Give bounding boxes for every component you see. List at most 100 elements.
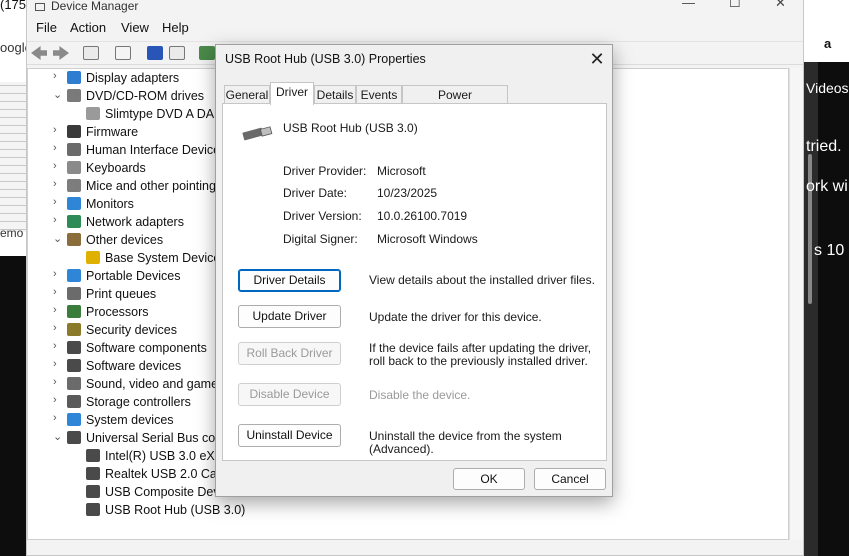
expand-chevron-icon[interactable]: › <box>53 142 65 154</box>
collapse-chevron-icon[interactable]: ⌄ <box>53 88 65 101</box>
expand-chevron-icon[interactable]: › <box>53 376 65 388</box>
expand-chevron-icon[interactable]: › <box>53 124 65 136</box>
expand-chevron-icon[interactable]: › <box>53 268 65 280</box>
device-category-icon <box>67 161 81 174</box>
background-text: emo <box>0 226 24 240</box>
background-browser-right: a Videos tried. ork wi s 10 p. <box>804 0 849 556</box>
device-category-icon <box>67 125 81 138</box>
tree-item-label: Portable Devices <box>86 269 181 283</box>
roll-back-driver-button[interactable]: Roll Back Driver <box>238 342 341 365</box>
details-icon[interactable] <box>115 46 131 60</box>
tree-item-label: System devices <box>86 413 174 427</box>
scan-hardware-icon[interactable] <box>199 46 215 60</box>
expand-chevron-icon[interactable]: › <box>53 70 65 82</box>
menu-file[interactable]: File <box>36 20 57 35</box>
tab-power-management[interactable]: Power Management <box>402 85 508 116</box>
tree-item-label: Mice and other pointing <box>86 179 216 193</box>
tree-item-label: Storage controllers <box>86 395 191 409</box>
device-category-icon <box>67 179 81 192</box>
collapse-chevron-icon[interactable]: ⌄ <box>53 232 65 245</box>
device-category-icon <box>67 377 81 390</box>
device-manager-icon <box>35 2 45 11</box>
update-driver-button[interactable]: Update Driver <box>238 305 341 328</box>
tree-item-label: Realtek USB 2.0 Card <box>105 467 228 481</box>
cancel-button[interactable]: Cancel <box>534 468 606 490</box>
tree-item-label: Firmware <box>86 125 139 139</box>
menu-action[interactable]: Action <box>70 20 106 35</box>
disable-device-button[interactable]: Disable Device <box>238 383 341 406</box>
collapse-chevron-icon[interactable]: ⌄ <box>53 430 65 443</box>
tree-item-label: Human Interface Device <box>86 143 221 157</box>
expand-chevron-icon[interactable]: › <box>53 340 65 352</box>
tree-item-label: Intel(R) USB 3.0 eXte <box>105 449 226 463</box>
menu-help[interactable]: Help <box>162 20 189 35</box>
tree-scrollbar[interactable] <box>789 68 803 540</box>
tab-general[interactable]: General <box>224 85 270 104</box>
driver-details-description: View details about the installed driver … <box>369 273 595 287</box>
view-icon[interactable] <box>169 46 185 60</box>
background-text: s 10 p. <box>814 242 849 259</box>
dialog-title: USB Root Hub (USB 3.0) Properties <box>225 52 426 66</box>
expand-chevron-icon[interactable]: › <box>53 160 65 172</box>
tab-driver[interactable]: Driver <box>270 82 314 105</box>
driver-provider-value: Microsoft <box>377 164 426 178</box>
device-category-icon <box>86 503 100 516</box>
expand-chevron-icon[interactable]: › <box>53 394 65 406</box>
tree-item-label: Software components <box>86 341 207 355</box>
usb-device-icon <box>242 126 273 141</box>
forward-arrow-icon[interactable] <box>53 46 69 60</box>
properties-icon[interactable] <box>83 46 99 60</box>
device-name: USB Root Hub (USB 3.0) <box>283 121 418 135</box>
ok-button[interactable]: OK <box>453 468 525 490</box>
window-title: Device Manager <box>35 0 138 13</box>
expand-chevron-icon[interactable]: › <box>53 412 65 424</box>
background-text: Videos <box>806 80 849 96</box>
background-text: (175 <box>0 0 26 12</box>
tab-events[interactable]: Events <box>356 85 402 104</box>
tree-item-label: Sound, video and game <box>86 377 219 391</box>
device-category-icon <box>67 413 81 426</box>
expand-chevron-icon[interactable]: › <box>53 358 65 370</box>
background-text: ork wi <box>806 178 848 195</box>
expand-chevron-icon[interactable]: › <box>53 304 65 316</box>
driver-details-button[interactable]: Driver Details <box>238 269 341 292</box>
driver-tab-panel: USB Root Hub (USB 3.0) Driver Provider: … <box>222 103 607 461</box>
tree-item-label: Keyboards <box>86 161 146 175</box>
help-icon[interactable] <box>147 46 163 60</box>
tree-item-label: Base System Device <box>105 251 221 265</box>
uninstall-device-button[interactable]: Uninstall Device <box>238 424 341 447</box>
tree-item-label: Other devices <box>86 233 164 247</box>
tab-details[interactable]: Details <box>314 85 356 104</box>
close-icon[interactable]: ✕ <box>775 0 786 11</box>
expand-chevron-icon[interactable]: › <box>53 214 65 226</box>
back-arrow-icon[interactable] <box>31 46 47 60</box>
tree-item-label: DVD/CD-ROM drives <box>86 89 205 103</box>
update-driver-description: Update the driver for this device. <box>369 310 542 324</box>
driver-version-value: 10.0.26100.7019 <box>377 209 468 223</box>
expand-chevron-icon[interactable]: › <box>53 196 65 208</box>
device-category-icon <box>67 233 81 246</box>
device-category-icon <box>67 89 81 102</box>
close-icon[interactable]: ✕ <box>584 47 610 71</box>
device-category-icon <box>86 107 100 120</box>
device-category-icon <box>67 359 81 372</box>
maximize-icon[interactable]: ☐ <box>729 0 741 11</box>
device-category-icon <box>67 305 81 318</box>
background-thumbnail <box>0 82 26 232</box>
menu-view[interactable]: View <box>121 20 149 35</box>
device-category-icon <box>67 341 81 354</box>
device-category-icon <box>67 215 81 228</box>
expand-chevron-icon[interactable]: › <box>53 286 65 298</box>
expand-chevron-icon[interactable]: › <box>53 322 65 334</box>
expand-chevron-icon[interactable]: › <box>53 178 65 190</box>
device-category-icon <box>67 269 81 282</box>
minimize-icon[interactable]: — <box>682 0 695 10</box>
driver-date-value: 10/23/2025 <box>377 186 438 200</box>
disable-device-description: Disable the device. <box>369 388 471 402</box>
device-category-icon <box>67 431 81 444</box>
properties-dialog: USB Root Hub (USB 3.0) Properties ✕ Gene… <box>215 44 613 497</box>
driver-provider-label: Driver Provider: <box>283 164 367 178</box>
tree-item-label: Security devices <box>86 323 178 337</box>
tree-item-label: Processors <box>86 305 149 319</box>
background-browser-left: (175 oogle emo <box>0 0 26 256</box>
